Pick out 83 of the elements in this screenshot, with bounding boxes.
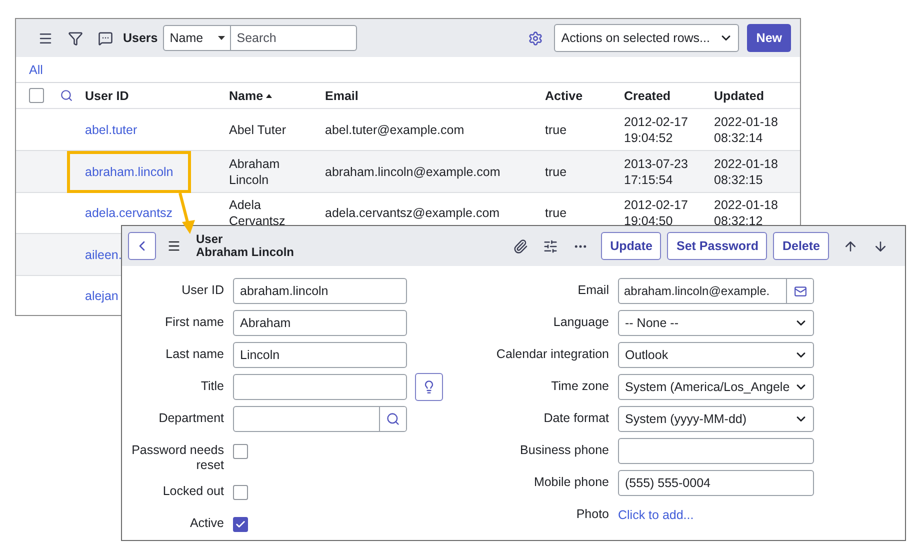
field-label: Title [200,378,224,394]
field-label: First name [164,314,224,330]
column-header[interactable]: Email [325,88,358,102]
add-photo-link[interactable]: Click to add... [618,508,694,522]
field-label: Department [158,410,224,426]
column-header[interactable]: Updated [714,88,764,102]
text-field[interactable] [233,374,407,400]
table-cell-text: true [545,122,568,138]
filter-link[interactable]: All [29,62,43,76]
table-cell-text: 2022-01-18 08:32:14 [714,114,779,146]
form-title: User [196,233,224,246]
select-field[interactable]: System (America/Los_Angele [618,374,814,400]
table-cell-text: Abraham Lincoln [229,156,281,188]
text-field[interactable]: Abraham [233,310,407,336]
table-cell-text: 2013-07-23 17:15:54 [624,156,689,188]
field-label: Email [576,282,609,298]
table-cell-text: abel.tuter@example.com [325,122,466,138]
column-header[interactable]: Name [229,88,264,102]
checkbox[interactable] [233,444,248,458]
field-label: Active [188,515,224,531]
user-id-link[interactable]: alejan [85,289,118,303]
table-cell-text: abraham.lincoln@example.com [325,164,502,180]
suggestion-button[interactable] [415,373,443,401]
text-field[interactable]: abraham.lincoln [233,278,407,304]
text-field[interactable]: (555) 555-0004 [618,470,814,496]
user-id-link[interactable]: abel.tuter [85,122,138,136]
callout-arrow [178,192,195,234]
field-label: Locked out [162,483,224,499]
field-label: Time zone [550,378,609,394]
email-input[interactable]: abraham.lincoln@example. [619,279,786,303]
checkbox[interactable] [233,484,248,500]
column-header[interactable]: User ID [85,88,129,102]
field-label: Mobile phone [532,474,609,490]
email-field[interactable]: abraham.lincoln@example. [618,278,814,304]
record-name: Abraham Lincoln [196,246,294,259]
mail-icon [794,284,806,298]
actions-select[interactable]: Actions on selected rows... [554,24,740,52]
user-id-link[interactable]: adela.cervantsz [85,206,173,220]
table-cell-text: true [545,205,568,221]
menu-icon[interactable] [167,239,181,253]
field-label: Language [552,314,609,330]
table-cell-text: Abel Tuter [229,122,287,138]
field-label: Password needs reset [130,442,224,473]
send-email-button[interactable] [786,279,813,303]
select-field[interactable]: Outlook [618,342,814,368]
caret-icon [218,36,225,40]
field-label: Calendar integration [495,346,609,362]
user-id-link[interactable]: aileen. [85,248,122,262]
new-button[interactable]: New [747,24,791,52]
field-label: Date format [542,410,609,426]
table-cell-text: 2022-01-18 08:32:12 [714,197,779,229]
field-label: Photo [575,506,609,522]
search-field[interactable]: Search [230,25,357,51]
search-icon[interactable] [60,89,73,102]
back-button[interactable] [128,232,156,260]
search-button[interactable] [379,407,406,431]
select-field[interactable]: -- None -- [618,310,814,336]
field-label: Last name [164,346,224,362]
text-field[interactable] [618,438,814,464]
search-icon [386,412,400,426]
field-select[interactable]: Name [162,25,231,51]
check-icon [235,518,246,530]
table-cell-text: adela.cervantsz@example.com [325,205,501,221]
table-cell-text: 2022-01-18 08:32:15 [714,156,779,188]
form-action-button[interactable]: Set Password [667,232,768,260]
user-id-link[interactable]: abraham.lincoln [85,164,174,178]
table-cell-text: Adela Cervantsz [229,197,286,229]
reference-field[interactable] [233,406,407,432]
select-all-checkbox[interactable] [29,88,44,103]
lightbulb-icon [422,380,436,394]
table-cell-text: 2012-02-17 19:04:52 [624,114,689,146]
form-action-button[interactable]: Delete [773,232,829,260]
table-cell-text: 2012-02-17 19:04:50 [624,197,689,229]
form-action-button[interactable]: Update [601,232,662,260]
field-label: User ID [180,282,224,298]
column-header[interactable]: Created [624,88,671,102]
table-cell-text: true [545,164,568,180]
field-label: Business phone [519,442,609,458]
list-title: Users [123,31,158,45]
select-field[interactable]: System (yyyy-MM-dd) [618,406,814,432]
checkbox[interactable] [233,516,248,532]
text-field[interactable]: Lincoln [233,342,407,368]
column-header[interactable]: Active [545,88,583,102]
